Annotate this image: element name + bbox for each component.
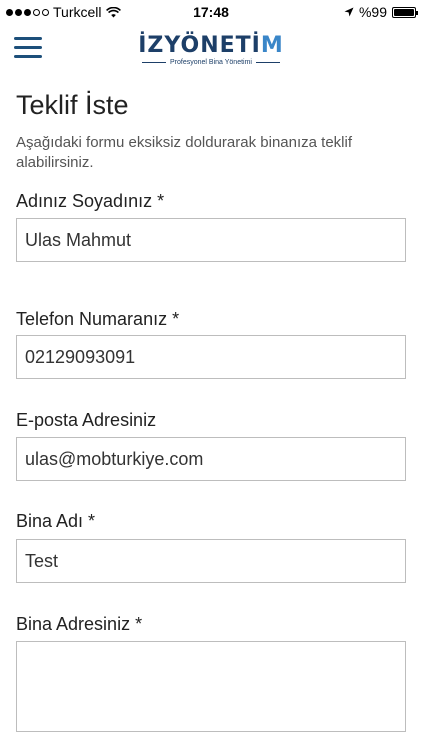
hamburger-menu-button[interactable] bbox=[14, 37, 42, 59]
status-bar: Turkcell 17:48 %99 bbox=[0, 0, 422, 24]
logo-subtitle: Profesyonel Bina Yönetimi bbox=[170, 59, 252, 66]
phone-label: Telefon Numaranız * bbox=[16, 309, 180, 329]
logo-wordmark: İZYÖNETİM bbox=[126, 34, 296, 58]
logo-subtitle-row: Profesyonel Bina Yönetimi bbox=[126, 59, 296, 66]
page-title: Teklif İste bbox=[16, 90, 129, 120]
battery-percent: %99 bbox=[358, 4, 387, 20]
menu-line bbox=[14, 46, 42, 49]
logo-wordmark-left: İZYÖNETİ bbox=[138, 33, 261, 58]
name-input[interactable]: Ulas Mahmut bbox=[16, 218, 406, 262]
email-label: E-posta Adresiniz bbox=[16, 410, 157, 430]
menu-line bbox=[14, 37, 42, 40]
battery-fill bbox=[394, 8, 414, 16]
logo-divider bbox=[255, 62, 280, 63]
menu-line bbox=[14, 55, 42, 58]
location-arrow-icon bbox=[344, 7, 354, 17]
izyonetim-logo: İZYÖNETİM Profesyonel Bina Yönetimi bbox=[126, 34, 296, 74]
app-header: İZYÖNETİM Profesyonel Bina Yönetimi bbox=[0, 24, 422, 78]
building-address-textarea[interactable] bbox=[16, 641, 406, 732]
email-input[interactable]: ulas@mobturkiye.com bbox=[16, 437, 406, 481]
status-right: %99 bbox=[344, 4, 418, 20]
page-description: Aşağıdaki formu eksiksiz doldurarak bina… bbox=[16, 134, 352, 171]
logo-wordmark-right: M bbox=[260, 33, 284, 58]
battery-icon bbox=[392, 6, 418, 18]
building-name-label: Bina Adı * bbox=[16, 511, 96, 531]
page-intro: Teklif İste Aşağıdaki formu eksiksiz dol… bbox=[16, 86, 406, 173]
logo-divider bbox=[142, 62, 166, 63]
building-name-input[interactable]: Test bbox=[16, 539, 406, 583]
name-label: Adınız Soyadınız * bbox=[16, 191, 165, 211]
building-address-label: Bina Adresiniz * bbox=[16, 614, 143, 634]
phone-input[interactable]: 02129093091 bbox=[16, 335, 406, 379]
